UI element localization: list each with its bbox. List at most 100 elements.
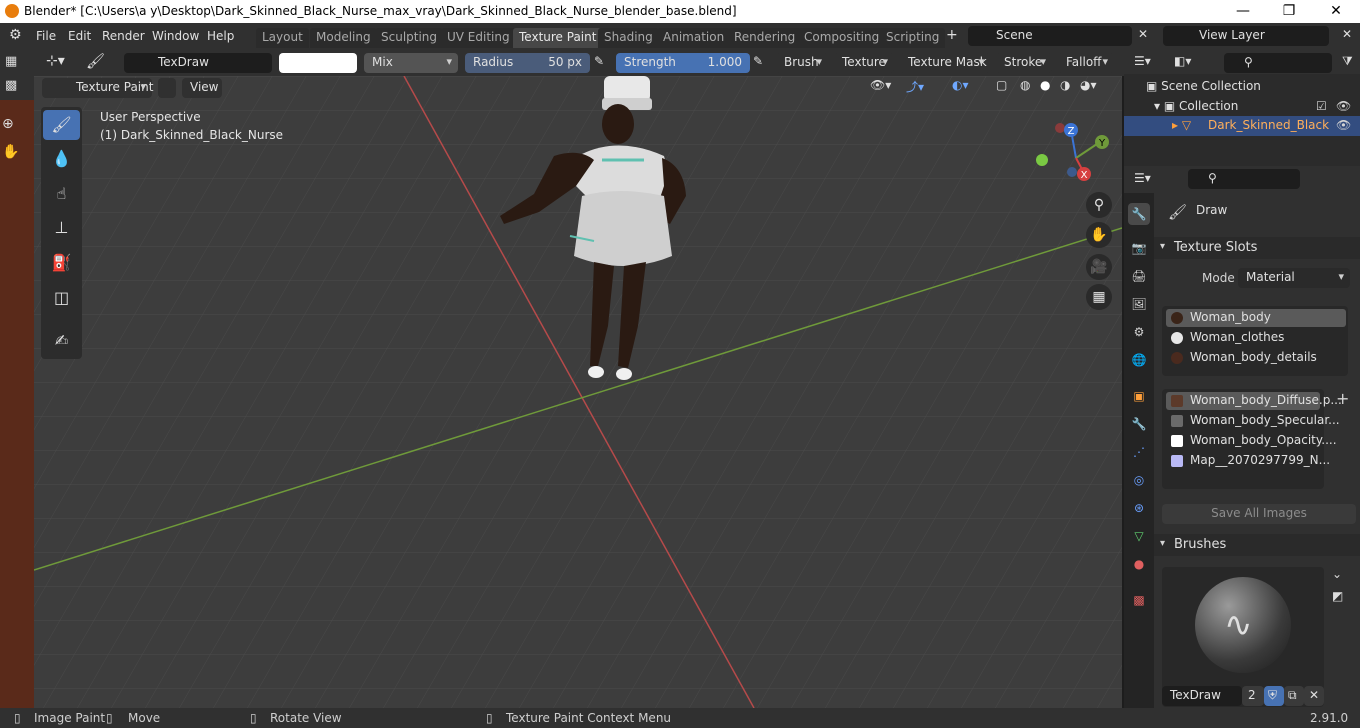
properties-search[interactable]: ⚲ xyxy=(1188,169,1300,189)
wireframe-shading-icon[interactable]: ◍ xyxy=(1020,78,1030,92)
fake-user-icon[interactable]: ⛨ xyxy=(1264,686,1284,706)
view-layer-selector[interactable]: View Layer xyxy=(1163,26,1329,46)
texture-mask-menu[interactable]: Texture Mask xyxy=(900,53,990,73)
blender-menu-icon[interactable]: ⚙ xyxy=(9,27,22,43)
tab-shading[interactable]: Shading xyxy=(598,28,659,48)
menu-window[interactable]: Window xyxy=(152,29,199,43)
material-item-woman-body[interactable]: Woman_body xyxy=(1166,309,1346,327)
tool-settings-icon[interactable]: ⊹▾ xyxy=(46,53,65,69)
close-view-layer-icon[interactable]: ✕ xyxy=(1342,27,1352,41)
image-editor-icon[interactable]: ▦ xyxy=(5,54,17,69)
strength-slider[interactable]: Strength 1.000 xyxy=(616,53,750,73)
material-item-woman-body-details[interactable]: Woman_body_details xyxy=(1166,349,1346,367)
soften-tool-icon[interactable]: 💧 xyxy=(43,144,80,174)
add-slot-icon[interactable]: + xyxy=(1336,389,1349,408)
modifier-tab-icon[interactable]: 🔧 xyxy=(1128,413,1150,435)
object-visibility-icon[interactable]: 👁 xyxy=(1336,118,1351,132)
texture-tab-icon[interactable]: ▩ xyxy=(1128,589,1150,611)
xray-toggle[interactable] xyxy=(158,78,176,98)
add-workspace-icon[interactable]: + xyxy=(946,27,958,43)
brushes-header[interactable]: ▾ Brushes xyxy=(1154,534,1360,556)
image-item-normal-map[interactable]: Map__2070297799_N... xyxy=(1166,452,1330,470)
radius-slider[interactable]: Radius 50 px xyxy=(465,53,590,73)
output-tab-icon[interactable]: 🖨 xyxy=(1128,265,1150,287)
menu-file[interactable]: File xyxy=(36,29,56,43)
tab-modeling[interactable]: Modeling xyxy=(310,28,377,48)
maximize-button[interactable]: ❐ xyxy=(1266,0,1312,23)
image-item-specular[interactable]: Woman_body_Specular... xyxy=(1166,412,1340,430)
mask-tool-icon[interactable]: ◫ xyxy=(43,283,80,313)
clone-tool-icon[interactable]: ⊥ xyxy=(43,213,80,243)
display-mode-icon[interactable]: ◧▾ xyxy=(1174,54,1191,68)
close-scene-icon[interactable]: ✕ xyxy=(1138,27,1148,41)
collection-visibility-icon[interactable]: 👁 xyxy=(1336,99,1351,113)
pan-view-icon[interactable]: ✋ xyxy=(1086,222,1112,248)
overlay-icon[interactable]: ◐▾ xyxy=(952,78,969,92)
annotate-tool-icon[interactable]: ✍ xyxy=(43,326,80,356)
tab-compositing[interactable]: Compositing xyxy=(798,28,886,48)
tab-uv-editing[interactable]: UV Editing xyxy=(441,28,516,48)
brush-name-field[interactable]: TexDraw xyxy=(124,53,272,73)
render-tab-icon[interactable]: 📷 xyxy=(1128,237,1150,259)
tab-rendering[interactable]: Rendering xyxy=(728,28,802,48)
tab-layout[interactable]: Layout xyxy=(256,28,309,48)
tab-sculpting[interactable]: Sculpting xyxy=(375,28,444,48)
slot-mode-dropdown[interactable]: Material xyxy=(1238,268,1350,288)
strength-pressure-icon[interactable]: ✎ xyxy=(753,54,763,68)
unlink-brush-icon[interactable]: ✕ xyxy=(1304,686,1324,706)
image-item-opacity[interactable]: Woman_body_Opacity.... xyxy=(1166,432,1337,450)
brush-dropdown-icon[interactable]: ⌄ xyxy=(1332,567,1342,581)
checker-icon[interactable]: ▩ xyxy=(5,78,17,93)
fill-tool-icon[interactable]: ⛽ xyxy=(43,248,80,278)
scene-tab-icon[interactable]: ⚙ xyxy=(1128,321,1150,343)
texture-menu[interactable]: Texture xyxy=(834,53,894,73)
material-tab-icon[interactable]: ● xyxy=(1128,553,1150,575)
tool-tab-icon[interactable]: 🔧 xyxy=(1128,203,1150,225)
outliner-search[interactable]: ⚲ xyxy=(1224,53,1332,73)
view-layer-tab-icon[interactable]: 🖼 xyxy=(1128,293,1150,315)
minimize-button[interactable]: — xyxy=(1220,0,1266,23)
radius-pressure-icon[interactable]: ✎ xyxy=(594,54,604,68)
brush-icon[interactable]: 🖌 xyxy=(86,52,105,70)
filter-icon[interactable]: ⧩ xyxy=(1342,54,1353,69)
brush-menu[interactable]: Brush xyxy=(776,53,828,73)
collection-row[interactable]: ▾ ▣ Collection xyxy=(1154,99,1238,113)
view-menu[interactable]: View xyxy=(182,78,222,98)
object-tab-icon[interactable]: ▣ xyxy=(1128,385,1150,407)
tab-scripting[interactable]: Scripting xyxy=(880,28,946,48)
brush-image-icon[interactable]: ◩ xyxy=(1332,589,1343,603)
visibility-icon[interactable]: 👁▾ xyxy=(870,78,891,92)
falloff-menu[interactable]: Falloff xyxy=(1058,53,1114,73)
xray-icon[interactable]: ▢ xyxy=(996,78,1007,92)
scene-selector[interactable]: Scene xyxy=(968,26,1132,46)
rendered-shading-icon[interactable]: ◕▾ xyxy=(1080,78,1097,92)
navigation-gizmo[interactable]: Z Y X xyxy=(1030,118,1120,198)
menu-render[interactable]: Render xyxy=(102,29,145,43)
ortho-grid-icon[interactable]: ▦ xyxy=(1086,284,1112,310)
brush-datablock-name[interactable]: TexDraw xyxy=(1162,686,1242,706)
world-tab-icon[interactable]: 🌐 xyxy=(1128,349,1150,371)
zoom-view-icon[interactable]: ⚲ xyxy=(1086,192,1112,218)
stroke-menu[interactable]: Stroke xyxy=(996,53,1052,73)
physics-tab-icon[interactable]: ◎ xyxy=(1128,469,1150,491)
scene-collection-row[interactable]: ▣ Scene Collection xyxy=(1146,79,1261,93)
smear-tool-icon[interactable]: ☝ xyxy=(43,179,80,209)
tab-animation[interactable]: Animation xyxy=(657,28,731,48)
zoom-icon[interactable]: ⊕ xyxy=(2,116,14,132)
collection-checkbox[interactable]: ☑ xyxy=(1316,99,1327,113)
brush-color-swatch[interactable] xyxy=(279,53,357,73)
menu-help[interactable]: Help xyxy=(207,29,234,43)
data-tab-icon[interactable]: ▽ xyxy=(1128,525,1150,547)
properties-editor-icon[interactable]: ☰▾ xyxy=(1134,171,1151,185)
material-shading-icon[interactable]: ◑ xyxy=(1060,78,1070,92)
mode-dropdown[interactable]: Texture Paint xyxy=(42,78,153,98)
solid-shading-icon[interactable]: ● xyxy=(1040,78,1050,92)
outliner-editor-icon[interactable]: ☰▾ xyxy=(1134,54,1151,68)
duplicate-brush-icon[interactable]: ⧉ xyxy=(1284,686,1304,706)
constraints-tab-icon[interactable]: ⊛ xyxy=(1128,497,1150,519)
tab-texture-paint[interactable]: Texture Paint xyxy=(513,28,603,48)
blend-mode-dropdown[interactable]: Mix xyxy=(364,53,458,73)
image-item-diffuse[interactable]: Woman_body_Diffuse.p... xyxy=(1166,392,1342,410)
gizmo-icon[interactable]: ⤴▾ xyxy=(906,78,924,95)
brush-users-count[interactable]: 2 xyxy=(1242,686,1264,706)
